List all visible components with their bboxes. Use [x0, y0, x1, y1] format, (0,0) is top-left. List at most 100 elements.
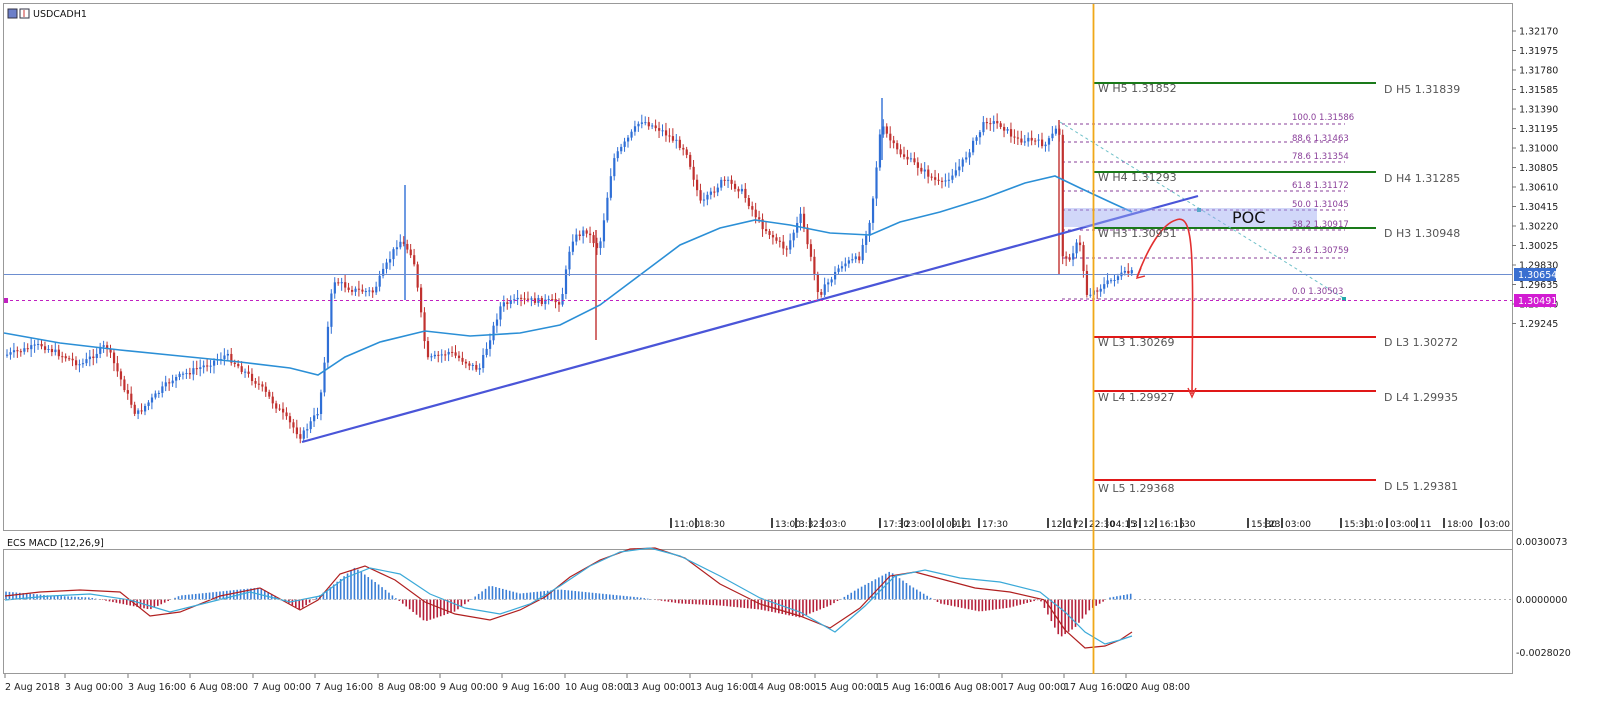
w-h3-label: W H3 1.30951 — [1098, 227, 1177, 240]
candle-body — [702, 199, 706, 201]
candle-body — [1082, 245, 1085, 272]
candle-body — [6, 354, 9, 356]
session-separator — [932, 518, 934, 528]
poc-label: POC — [1232, 208, 1265, 227]
candle-body — [1044, 144, 1047, 147]
candle-body — [844, 263, 847, 267]
session-separator — [879, 518, 881, 528]
candle-body — [1009, 129, 1013, 137]
candle-body — [575, 234, 578, 242]
price-tick-label: 1.31000 — [1519, 144, 1558, 155]
candle-body — [602, 220, 606, 242]
candle-body — [354, 288, 357, 292]
poc-zone[interactable] — [1064, 208, 1317, 227]
candle-body — [954, 170, 957, 176]
candle-body — [337, 282, 340, 284]
candle-body — [195, 368, 198, 370]
trading-chart[interactable]: USDCADH1 ECS MACD [12,26,9] 1.32170 1.319… — [0, 0, 1611, 701]
candle-body — [644, 122, 647, 124]
candle-body — [468, 363, 471, 366]
candle-body — [495, 319, 499, 326]
candle-body — [37, 343, 40, 345]
candle-body — [868, 222, 871, 236]
candle-body — [585, 230, 588, 234]
candle-body — [168, 382, 171, 384]
d-l5-label: D L5 1.29381 — [1384, 480, 1458, 493]
session-separator — [1340, 518, 1342, 528]
candle-body — [961, 159, 964, 167]
candle-body — [347, 287, 350, 290]
candle-body — [399, 241, 402, 248]
candle-body — [654, 125, 657, 129]
candle-body — [43, 346, 47, 350]
candle-body — [285, 412, 288, 417]
candle-body — [85, 359, 88, 364]
candle-body — [851, 259, 854, 261]
candle-body — [616, 151, 619, 159]
candle-body — [302, 430, 305, 439]
candle-body — [730, 179, 733, 184]
candle-body — [892, 140, 895, 144]
fib-61-label: 61.8 1.31172 — [1292, 181, 1349, 191]
time-tick-label: 17 Aug 16:00 — [1064, 682, 1128, 693]
candle-body — [958, 166, 961, 171]
candle-body — [834, 271, 837, 280]
candle-body — [388, 259, 392, 263]
candle-body — [930, 176, 933, 178]
session-separator — [1139, 518, 1141, 528]
marked-price-left-marker — [4, 298, 8, 303]
candle-body — [561, 294, 564, 305]
candle-body — [278, 408, 281, 410]
candle-body — [723, 179, 726, 181]
candle-body — [137, 410, 140, 414]
candle-body — [758, 217, 761, 220]
session-separator — [952, 518, 954, 528]
candle-body — [551, 299, 554, 301]
candle-body — [903, 154, 906, 157]
candle-body — [64, 356, 67, 359]
candle-body — [1027, 137, 1030, 142]
candle-body — [30, 345, 33, 350]
candle-body — [685, 149, 688, 155]
candle-body — [558, 302, 561, 305]
candle-body — [188, 373, 192, 375]
candle-body — [606, 197, 609, 221]
candle-body — [778, 240, 781, 242]
candle-body — [1047, 138, 1051, 145]
candle-body — [257, 383, 261, 385]
candle-body — [861, 244, 864, 261]
time-tick-label: 9 Aug 00:00 — [440, 682, 498, 693]
candle-body — [499, 306, 502, 320]
candle-body — [906, 156, 909, 160]
candle-body — [351, 289, 354, 292]
candle-body — [57, 349, 60, 357]
candle-body — [61, 356, 64, 358]
candle-body — [706, 194, 709, 200]
price-tick-label: 1.31780 — [1519, 66, 1558, 77]
candle-body — [737, 188, 740, 192]
candle-body — [1113, 280, 1116, 282]
candle-body — [720, 179, 723, 188]
session-separator — [1365, 518, 1367, 528]
candle-body — [75, 360, 78, 366]
session-time-label: 17:30 — [982, 520, 1008, 530]
macd-tick-top: 0.0030073 — [1516, 537, 1567, 548]
candle-body — [185, 373, 188, 375]
candle-body — [209, 365, 212, 367]
macd-tick-bottom: -0.0028020 — [1516, 648, 1571, 659]
session-separator — [695, 518, 697, 528]
candle-body — [796, 222, 799, 233]
time-tick-label: 10 Aug 08:00 — [565, 682, 629, 693]
candle-body — [540, 297, 543, 305]
candle-body — [247, 371, 250, 374]
time-tick-label: 3 Aug 00:00 — [65, 682, 123, 693]
candle-body — [282, 408, 285, 413]
session-time-label: 3:3 — [799, 520, 813, 530]
candle-body — [68, 358, 71, 360]
candle-body — [802, 213, 806, 228]
session-time-label: 3 — [1132, 520, 1138, 530]
candle-body — [19, 351, 22, 353]
candle-body — [613, 158, 616, 177]
candle-body — [651, 125, 654, 127]
fib-78-label: 78.6 1.31354 — [1292, 152, 1349, 162]
